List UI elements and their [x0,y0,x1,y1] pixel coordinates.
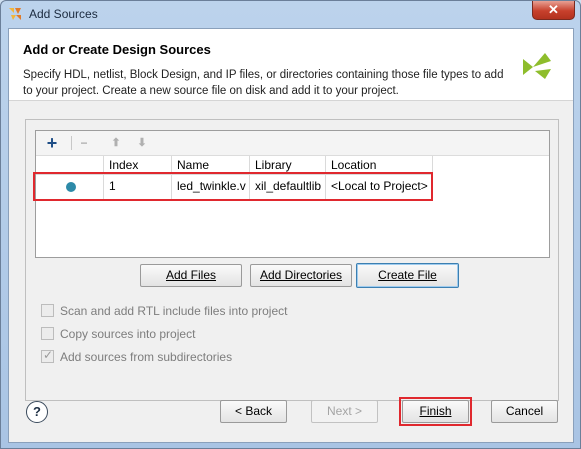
title-bar[interactable]: Add Sources ✕ [1,1,580,27]
row-highlight-annotation [33,172,433,201]
move-up-icon[interactable]: ⬆ [106,134,126,152]
header: Add or Create Design Sources Specify HDL… [9,29,573,101]
back-button[interactable]: < Back [220,400,287,423]
app-icon [9,8,21,20]
remove-icon[interactable]: − [74,134,94,152]
back-label: < Back [234,404,273,418]
close-icon[interactable]: ✕ [532,1,575,20]
add-subdirs-checkbox[interactable]: ✓ [41,348,54,363]
window-title: Add Sources [29,7,98,21]
scan-rtl-checkbox[interactable] [41,304,54,317]
add-files-label: Add Files [165,268,217,282]
page-description: Specify HDL, netlist, Block Design, and … [23,69,504,97]
dialog-window: Add Sources ✕ Add or Create Design Sourc… [0,0,581,449]
move-down-icon[interactable]: ⬇ [132,134,152,152]
add-directories-label: Add Directories [259,268,343,282]
add-directories-button[interactable]: Add Directories [250,264,352,287]
finish-highlight-annotation [399,397,472,426]
cancel-button[interactable]: Cancel [491,400,558,423]
add-subdirs-label: Add sources from subdirectories [60,350,233,364]
page-title: Add or Create Design Sources [23,42,211,57]
help-icon[interactable]: ? [26,401,48,423]
next-button[interactable]: Next > [311,400,378,423]
scan-rtl-label: Scan and add RTL include files into proj… [60,304,288,318]
vivado-logo-icon [523,53,551,79]
add-icon[interactable]: + [42,134,62,152]
create-file-label: Create File [378,268,437,282]
copy-sources-checkbox[interactable] [41,327,54,340]
create-file-button[interactable]: Create File [356,263,459,288]
dialog-body: Add or Create Design Sources Specify HDL… [8,28,574,443]
sources-table: + − ⬆ ⬇ Index Name Library Location 1 le… [33,130,550,258]
next-label: Next > [326,404,362,418]
add-files-button[interactable]: Add Files [140,264,242,287]
sources-panel: + − ⬆ ⬇ Index Name Library Location 1 le… [25,119,559,401]
checkmark-icon: ✓ [43,348,54,362]
toolbar-divider [71,136,72,150]
table-toolbar: + − ⬆ ⬇ [36,131,549,156]
copy-sources-label: Copy sources into project [60,327,196,341]
cancel-label: Cancel [505,404,544,418]
